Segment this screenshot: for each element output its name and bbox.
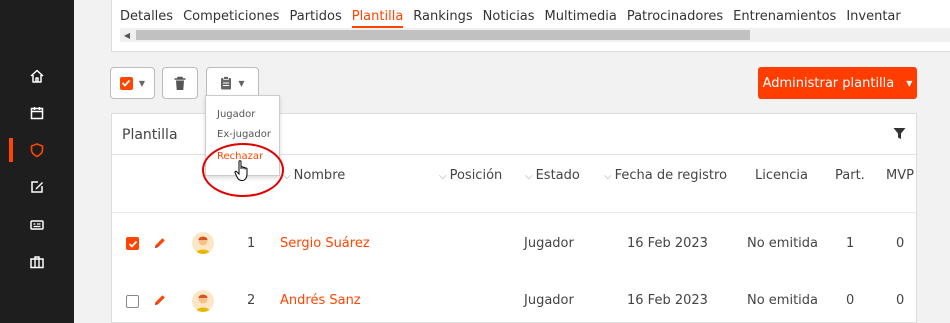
select-all-button[interactable]: ▼ xyxy=(110,67,155,99)
menu-item-ex-jugador[interactable]: Ex-jugador xyxy=(217,129,271,140)
manage-squad-button[interactable]: Administrar plantilla ▼ xyxy=(758,67,917,99)
tabs-card: Detalles Competiciones Partidos Plantilla Ra… xyxy=(111,0,950,52)
sidebar-item-card[interactable] xyxy=(0,211,74,239)
column-label: Fecha de registro xyxy=(614,168,728,183)
registration-date: 16 Feb 2023 xyxy=(627,236,708,251)
sidebar-item-edit[interactable] xyxy=(0,173,74,201)
column-label: Posición xyxy=(449,168,503,183)
sidebar-item-briefcase[interactable] xyxy=(0,248,74,276)
sort-chevron-icon: ⌵ xyxy=(525,171,533,182)
row-checkbox[interactable] xyxy=(126,295,139,308)
avatar xyxy=(192,290,214,312)
delete-button[interactable] xyxy=(162,67,198,99)
caret-down-icon: ▼ xyxy=(906,78,913,88)
clipboard-icon xyxy=(221,76,232,90)
player-status: Jugador xyxy=(524,236,574,251)
shield-icon xyxy=(30,143,44,158)
edit-icon xyxy=(31,181,43,193)
tab-noticias[interactable]: Noticias xyxy=(483,9,535,26)
divider xyxy=(112,212,916,213)
sort-chevron-icon: ⌵ xyxy=(439,171,447,182)
briefcase-icon xyxy=(30,256,44,269)
tab-patrocinadores[interactable]: Patrocinadores xyxy=(627,9,723,26)
sort-chevron-icon: ⌵ xyxy=(283,171,291,182)
sort-chevron-icon: ⌵ xyxy=(604,171,612,182)
sidebar-item-home[interactable] xyxy=(0,62,74,90)
checkbox-checked-icon xyxy=(119,76,133,90)
matches-count: 0 xyxy=(846,293,855,308)
column-label: Nombre xyxy=(293,168,346,183)
column-header-posicion[interactable]: ⌵ Posición xyxy=(439,168,502,183)
row-number: 1 xyxy=(247,236,256,251)
id-card-icon xyxy=(30,220,44,230)
row-checkbox[interactable] xyxy=(126,237,139,250)
column-header-estado[interactable]: ⌵ Estado xyxy=(525,168,580,183)
player-status: Jugador xyxy=(524,293,574,308)
column-header-mvp[interactable]: MVP xyxy=(886,168,914,183)
tab-bar: Detalles Competiciones Partidos Plantilla Ra… xyxy=(120,9,911,28)
column-header-fecha[interactable]: ⌵ Fecha de registro xyxy=(604,168,727,183)
caret-down-icon: ▼ xyxy=(238,78,245,88)
main-content: Detalles Competiciones Partidos Plantilla Ra… xyxy=(74,0,950,323)
column-header-part[interactable]: Part. xyxy=(835,168,865,183)
home-icon xyxy=(30,69,44,83)
menu-item-jugador[interactable]: Jugador xyxy=(217,109,255,120)
hand-cursor-icon xyxy=(234,160,248,182)
license-status: No emitida xyxy=(747,236,819,251)
sidebar xyxy=(0,0,74,323)
tab-entrenamientos[interactable]: Entrenamientos xyxy=(733,9,836,26)
tabs-scrollbar[interactable]: ◀ ▶ xyxy=(120,28,950,42)
filter-icon[interactable] xyxy=(893,127,906,140)
player-name-link[interactable]: Andrés Sanz xyxy=(280,293,361,308)
panel-title: Plantilla xyxy=(122,127,178,143)
matches-count: 1 xyxy=(846,236,855,251)
tab-rankings[interactable]: Rankings xyxy=(413,9,472,26)
tab-plantilla[interactable]: Plantilla xyxy=(351,9,404,28)
sidebar-item-calendar[interactable] xyxy=(0,99,74,127)
registration-date: 16 Feb 2023 xyxy=(627,293,708,308)
player-name-link[interactable]: Sergio Suárez xyxy=(280,236,370,251)
tab-partidos[interactable]: Partidos xyxy=(289,9,341,26)
caret-down-icon: ▼ xyxy=(138,78,146,88)
trash-icon xyxy=(174,76,186,90)
row-number: 2 xyxy=(247,293,256,308)
avatar xyxy=(192,232,214,254)
tab-multimedia[interactable]: Multimedia xyxy=(545,9,617,26)
column-header-nombre[interactable]: ⌵ Nombre xyxy=(283,168,345,183)
calendar-icon xyxy=(30,107,44,120)
scroll-left-arrow-icon[interactable]: ◀ xyxy=(120,28,134,42)
license-status: No emitida xyxy=(747,293,819,308)
mvp-count: 0 xyxy=(896,236,905,251)
tab-competiciones[interactable]: Competiciones xyxy=(183,9,279,26)
pencil-icon[interactable] xyxy=(153,293,167,307)
tab-inventario[interactable]: Inventar xyxy=(846,9,900,26)
tab-detalles[interactable]: Detalles xyxy=(120,9,173,26)
mvp-count: 0 xyxy=(896,293,905,308)
manage-squad-label: Administrar plantilla xyxy=(762,75,895,91)
pencil-icon[interactable] xyxy=(153,236,167,250)
column-header-licencia[interactable]: Licencia xyxy=(755,168,808,183)
column-label: Estado xyxy=(535,168,580,183)
scrollbar-thumb[interactable] xyxy=(136,30,750,40)
sidebar-item-team[interactable] xyxy=(0,136,74,164)
